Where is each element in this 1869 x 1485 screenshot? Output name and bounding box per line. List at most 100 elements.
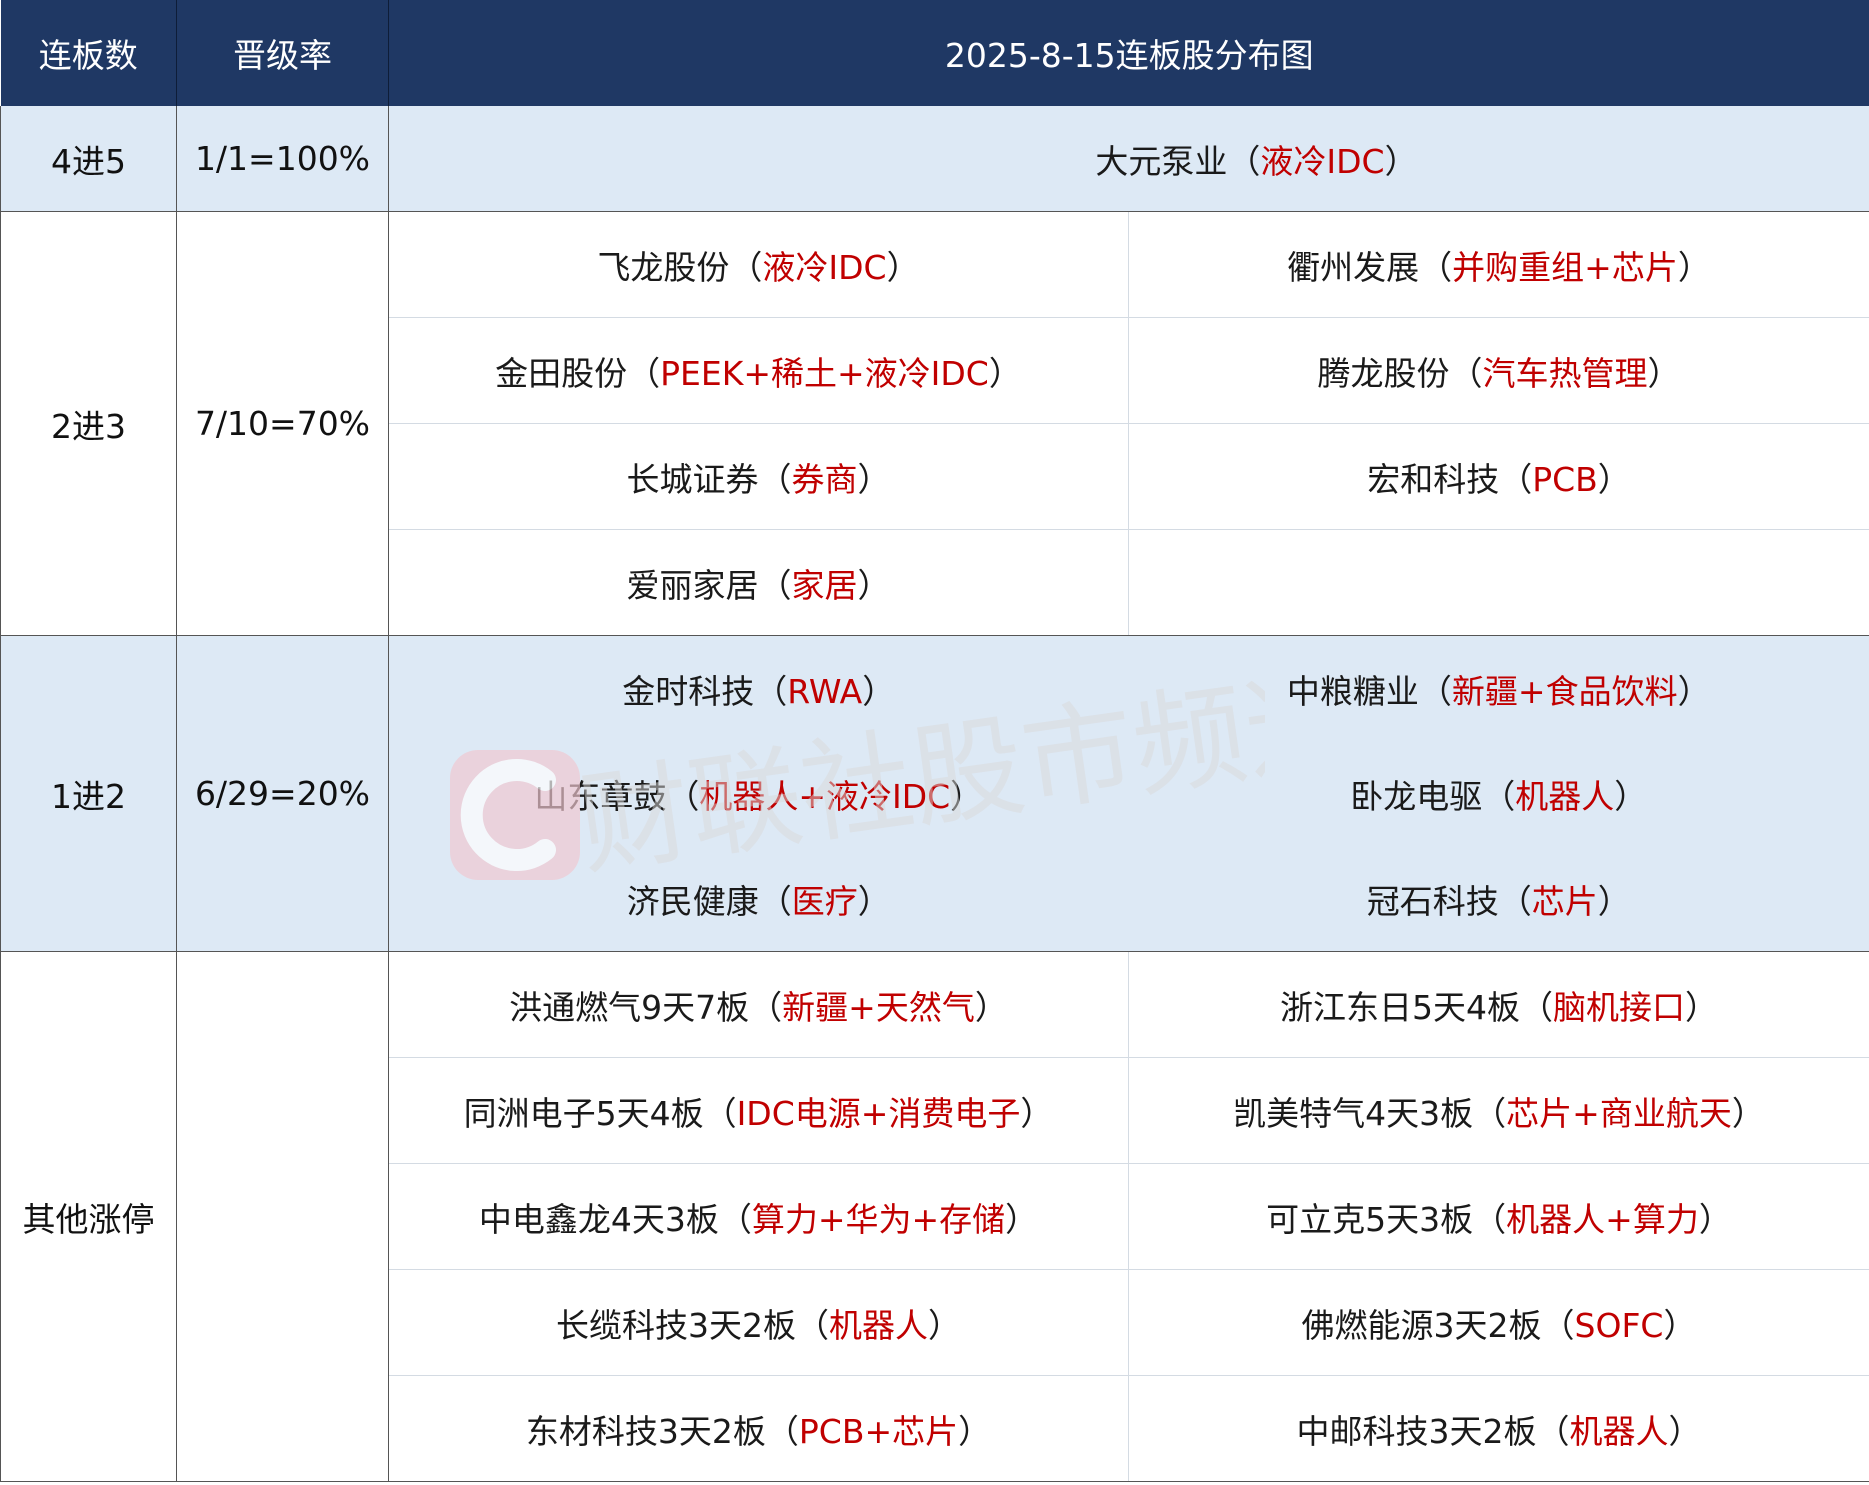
stock-tag: 家居 <box>791 565 858 605</box>
stock-close-paren: ） <box>857 881 891 921</box>
stock-tag: IDC电源+消费电子 <box>736 1093 1021 1133</box>
empty-cell <box>1128 529 1869 636</box>
stock-name: 长缆科技3天2板（ <box>556 1305 829 1345</box>
table-row: 2进3 7/10=70% 飞龙股份（液冷IDC） 衢州发展（并购重组+芯片） <box>0 211 1869 636</box>
stock-name: 金田股份（ <box>495 353 661 393</box>
stock-name: 长城证券（ <box>626 459 792 499</box>
stock-name: 大元泵业（ <box>1095 141 1261 181</box>
stock-close-paren: ） <box>928 1305 961 1345</box>
level-cell: 2进3 <box>0 211 177 636</box>
stock-tag: PCB <box>1532 459 1598 499</box>
stock-tag: 机器人+液冷IDC <box>699 776 951 816</box>
limit-up-board-table: 连板数 晋级率 2025-8-15连板股分布图 4进5 1/1=100% 大元泵… <box>0 0 1869 1482</box>
rate-cell: 1/1=100% <box>176 106 389 212</box>
stock-tag: 医疗 <box>791 881 858 921</box>
stock-cell: 浙江东日5天4板（脑机接口） <box>1128 951 1869 1058</box>
stock-name: 同洲电子5天4板（ <box>463 1093 737 1133</box>
stock-name: 洪通燃气9天7板（ <box>509 987 783 1027</box>
table-row: 4进5 1/1=100% 大元泵业（液冷IDC） <box>0 106 1869 212</box>
stock-close-paren: ） <box>1597 459 1631 499</box>
stock-cell: 佛燃能源3天2板（SOFC） <box>1128 1269 1869 1376</box>
stock-cell: 金田股份（PEEK+稀土+液冷IDC） <box>388 317 1129 424</box>
stock-cell: 中邮科技3天2板（机器人） <box>1128 1375 1869 1482</box>
stock-cell: 飞龙股份（液冷IDC） <box>388 211 1129 318</box>
stock-name: 山东章鼓（ <box>534 776 700 816</box>
stock-close-paren: ） <box>950 776 984 816</box>
stock-name: 中粮糖业（ <box>1286 671 1452 711</box>
stock-cell: 同洲电子5天4板（IDC电源+消费电子） <box>388 1057 1129 1164</box>
stock-cell: 长缆科技3天2板（机器人） <box>388 1269 1129 1376</box>
stock-cell: 爱丽家居（家居） <box>388 529 1129 636</box>
stock-cell: 济民健康（医疗） <box>388 846 1129 952</box>
stock-tag: 并购重组+芯片 <box>1452 247 1678 287</box>
stock-name: 凯美特气4天3板（ <box>1233 1093 1507 1133</box>
stock-tag: 机器人+算力 <box>1506 1199 1699 1239</box>
stock-tag: RWA <box>787 671 863 711</box>
stock-close-paren: ） <box>1677 247 1711 287</box>
stock-close-paren: ） <box>1677 671 1711 711</box>
stock-close-paren: ） <box>857 459 891 499</box>
header-rate: 晋级率 <box>176 0 389 106</box>
stock-cell: 长城证券（券商） <box>388 423 1129 530</box>
stock-cell: 中粮糖业（新疆+食品饮料） <box>1128 635 1869 741</box>
stock-close-paren: ） <box>1698 1199 1732 1239</box>
stock-cell: 衢州发展（并购重组+芯片） <box>1128 211 1869 318</box>
stock-cell: 可立克5天3板（机器人+算力） <box>1128 1163 1869 1270</box>
stock-cell: 山东章鼓（机器人+液冷IDC） <box>388 741 1129 846</box>
stock-name: 可立克5天3板（ <box>1266 1199 1507 1239</box>
stock-close-paren: ） <box>1384 141 1418 181</box>
stock-name: 冠石科技（ <box>1366 881 1532 921</box>
stock-name: 爱丽家居（ <box>626 565 792 605</box>
stock-tag: 液冷IDC <box>1260 141 1385 181</box>
table-row: 1进2 6/29=20% 金时科技（RWA） 中粮糖业（新疆+食品饮料） <box>0 635 1869 952</box>
stock-tag: 液冷IDC <box>762 247 887 287</box>
stock-name: 佛燃能源3天2板（ <box>1301 1305 1575 1345</box>
stock-tag: 汽车热管理 <box>1482 353 1648 393</box>
stock-cell: 凯美特气4天3板（芯片+商业航天） <box>1128 1057 1869 1164</box>
stock-tag: 新疆+天然气 <box>782 987 975 1027</box>
stock-close-paren: ） <box>988 353 1022 393</box>
stock-tag: PEEK+稀土+液冷IDC <box>660 353 989 393</box>
stock-close-paren: ） <box>1685 987 1718 1027</box>
stock-name: 卧龙电驱（ <box>1350 776 1516 816</box>
stock-cell: 金时科技（RWA） <box>388 635 1129 741</box>
level-cell: 4进5 <box>0 106 177 212</box>
stock-cell: 大元泵业（液冷IDC） <box>388 106 1869 212</box>
stock-close-paren: ） <box>1731 1093 1765 1133</box>
table-row: 其他涨停 洪通燃气9天7板（新疆+天然气） 浙江东日5天4板（脑机接口） <box>0 951 1869 1482</box>
stock-close-paren: ） <box>1663 1305 1697 1345</box>
stock-name: 金时科技（ <box>622 671 788 711</box>
stock-close-paren: ） <box>1647 353 1681 393</box>
stock-tag: 机器人 <box>829 1305 928 1345</box>
stock-close-paren: ） <box>1020 1093 1054 1133</box>
stock-name: 飞龙股份（ <box>597 247 763 287</box>
stock-tag: 机器人 <box>1569 1411 1669 1451</box>
stock-tag: 券商 <box>791 459 858 499</box>
stock-tag: 芯片 <box>1531 881 1598 921</box>
stock-close-paren: ） <box>857 565 891 605</box>
stock-cell: 宏和科技（PCB） <box>1128 423 1869 530</box>
stock-name: 中电鑫龙4天3板（ <box>478 1199 752 1239</box>
stock-tag: 机器人 <box>1515 776 1615 816</box>
header-title: 2025-8-15连板股分布图 <box>387 0 1869 106</box>
stock-close-paren: ） <box>862 671 896 711</box>
stock-tag: 芯片+商业航天 <box>1506 1093 1732 1133</box>
stock-cell: 洪通燃气9天7板（新疆+天然气） <box>388 951 1129 1058</box>
stock-name: 济民健康（ <box>626 881 792 921</box>
stock-tag: 新疆+食品饮料 <box>1451 671 1678 711</box>
level-cell: 其他涨停 <box>0 951 177 1482</box>
stock-cell: 中电鑫龙4天3板（算力+华为+存储） <box>388 1163 1129 1270</box>
stock-cell: 腾龙股份（汽车热管理） <box>1128 317 1869 424</box>
stock-name: 宏和科技（ <box>1367 459 1533 499</box>
stock-name: 中邮科技3天2板（ <box>1296 1411 1570 1451</box>
level-cell: 1进2 <box>0 635 177 952</box>
rate-cell: 6/29=20% <box>176 635 389 952</box>
stock-name: 浙江东日5天4板（ <box>1280 987 1553 1027</box>
stock-tag: SOFC <box>1574 1305 1664 1345</box>
rate-cell <box>176 951 389 1482</box>
stock-tag: 脑机接口 <box>1553 987 1685 1027</box>
header-level: 连板数 <box>0 0 177 106</box>
stock-close-paren: ） <box>1005 1199 1039 1239</box>
stock-close-paren: ） <box>1668 1411 1702 1451</box>
stock-tag: 算力+华为+存储 <box>751 1199 1006 1239</box>
